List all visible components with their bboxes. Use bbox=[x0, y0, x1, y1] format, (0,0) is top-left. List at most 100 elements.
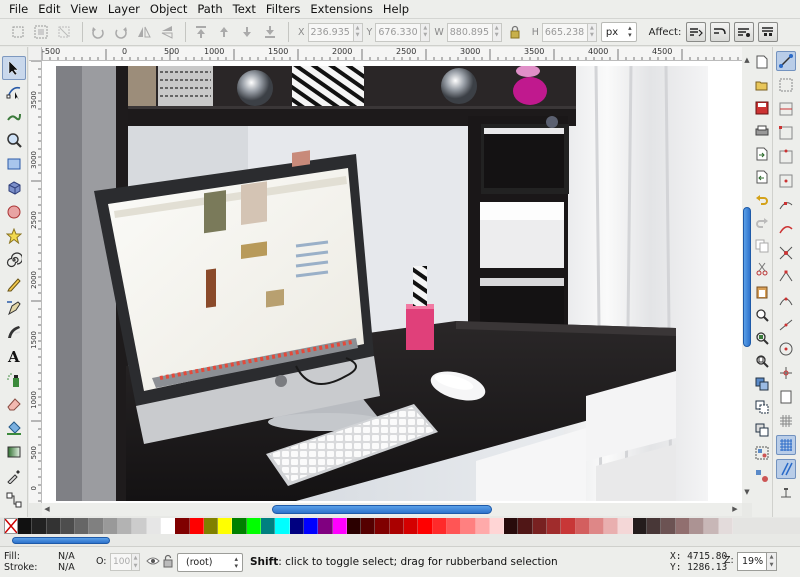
menu-filters[interactable]: Filters bbox=[261, 0, 305, 19]
no-paint-swatch[interactable] bbox=[4, 518, 18, 534]
color-swatch[interactable] bbox=[332, 518, 347, 534]
flip-horizontal-icon[interactable] bbox=[134, 22, 154, 42]
menu-extensions[interactable]: Extensions bbox=[305, 0, 377, 19]
horizontal-ruler[interactable]: -500 0 500 1000 1500 2000 2500 3000 3500… bbox=[42, 47, 742, 61]
lower-icon[interactable] bbox=[237, 22, 257, 42]
color-swatch[interactable] bbox=[375, 518, 390, 534]
zoom-page-icon[interactable] bbox=[754, 353, 770, 369]
select-all-layers-icon[interactable] bbox=[31, 22, 51, 42]
color-swatch[interactable] bbox=[475, 518, 490, 534]
fill-value[interactable]: N/A bbox=[58, 551, 75, 562]
x-field[interactable]: 236.935 bbox=[307, 22, 354, 42]
snap-center-icon[interactable] bbox=[776, 171, 796, 191]
menu-help[interactable]: Help bbox=[378, 0, 414, 19]
move-patterns-icon[interactable] bbox=[758, 22, 779, 42]
snap-bbox-corner-icon[interactable] bbox=[776, 123, 796, 143]
zoom-field[interactable]: 19% bbox=[737, 552, 767, 571]
deselect-icon[interactable] bbox=[54, 22, 74, 42]
paste-icon[interactable] bbox=[754, 284, 770, 300]
horizontal-scrollbar[interactable]: ◀ ▶ bbox=[42, 503, 742, 516]
w-spinner[interactable]: ▲ ▼ bbox=[492, 22, 502, 42]
lock-icon[interactable] bbox=[505, 22, 525, 42]
zoom-tool-icon[interactable] bbox=[2, 128, 26, 152]
color-swatch[interactable] bbox=[532, 518, 547, 534]
color-swatch[interactable] bbox=[175, 518, 190, 534]
color-swatch[interactable] bbox=[718, 518, 733, 534]
star-tool-icon[interactable] bbox=[2, 224, 26, 248]
unlink-clone-icon[interactable] bbox=[754, 422, 770, 438]
color-swatch[interactable] bbox=[160, 518, 176, 534]
snap-text-baseline-icon[interactable] bbox=[776, 483, 796, 503]
color-swatch[interactable] bbox=[118, 518, 133, 534]
menu-file[interactable]: File bbox=[4, 0, 33, 19]
color-swatch[interactable] bbox=[504, 518, 519, 534]
menu-edit[interactable]: Edit bbox=[33, 0, 65, 19]
scroll-down-icon[interactable]: ▼ bbox=[742, 487, 752, 497]
color-swatch[interactable] bbox=[518, 518, 533, 534]
color-swatch[interactable] bbox=[704, 518, 719, 534]
selector-tool-icon[interactable] bbox=[2, 56, 26, 80]
color-swatch[interactable] bbox=[261, 518, 276, 534]
cut-icon[interactable] bbox=[754, 261, 770, 277]
raise-icon[interactable] bbox=[214, 22, 234, 42]
scroll-left-icon[interactable]: ◀ bbox=[42, 503, 52, 516]
color-swatch[interactable] bbox=[303, 518, 319, 534]
drawing-canvas[interactable] bbox=[42, 61, 742, 503]
color-swatch[interactable] bbox=[146, 518, 161, 534]
vertical-scroll-thumb[interactable] bbox=[743, 207, 751, 347]
zoom-spinner[interactable]: ▲ ▼ bbox=[767, 552, 777, 571]
pencil-tool-icon[interactable] bbox=[2, 272, 26, 296]
color-swatch[interactable] bbox=[632, 518, 648, 534]
tweak-tool-icon[interactable] bbox=[2, 104, 26, 128]
snap-bbox-icon[interactable] bbox=[776, 75, 796, 95]
snap-smooth-icon[interactable] bbox=[776, 291, 796, 311]
color-swatch[interactable] bbox=[589, 518, 605, 534]
move-gradients-icon[interactable] bbox=[734, 22, 755, 42]
ellipse-tool-icon[interactable] bbox=[2, 200, 26, 224]
scale-corners-icon[interactable] bbox=[710, 22, 731, 42]
ungroup-icon[interactable] bbox=[754, 468, 770, 484]
opacity-field[interactable]: 100 bbox=[110, 553, 132, 571]
y-field[interactable]: 676.330 bbox=[375, 22, 422, 42]
snap-grid-active-icon[interactable] bbox=[776, 435, 796, 455]
layer-lock-icon[interactable] bbox=[162, 554, 174, 568]
save-icon[interactable] bbox=[754, 100, 770, 116]
new-document-icon[interactable] bbox=[754, 54, 770, 70]
y-spinner[interactable]: ▲ ▼ bbox=[421, 22, 431, 42]
h-spinner[interactable]: ▲ ▼ bbox=[587, 22, 597, 42]
print-icon[interactable] bbox=[754, 123, 770, 139]
menu-path[interactable]: Path bbox=[192, 0, 227, 19]
color-swatch[interactable] bbox=[218, 518, 233, 534]
snap-bbox-midpoint-icon[interactable] bbox=[776, 147, 796, 167]
color-swatch[interactable] bbox=[647, 518, 662, 534]
stroke-value[interactable]: N/A bbox=[58, 562, 75, 573]
flip-vertical-icon[interactable] bbox=[157, 22, 177, 42]
snap-toggle-icon[interactable] bbox=[776, 51, 796, 71]
node-tool-icon[interactable] bbox=[2, 80, 26, 104]
color-swatch[interactable] bbox=[618, 518, 633, 534]
x-spinner[interactable]: ▲ ▼ bbox=[353, 22, 363, 42]
color-swatch[interactable] bbox=[75, 518, 90, 534]
duplicate-icon[interactable] bbox=[754, 376, 770, 392]
snap-object-center-icon[interactable] bbox=[776, 339, 796, 359]
unit-select[interactable]: px ▴ ▾ bbox=[600, 22, 637, 42]
spray-tool-icon[interactable] bbox=[2, 368, 26, 392]
color-swatch[interactable] bbox=[289, 518, 304, 534]
h-field[interactable]: 665.238 bbox=[541, 22, 588, 42]
color-swatch[interactable] bbox=[361, 518, 376, 534]
color-swatch[interactable] bbox=[389, 518, 405, 534]
snap-cusp-icon[interactable] bbox=[776, 267, 796, 287]
vertical-scrollbar[interactable]: ▲ ▼ bbox=[742, 47, 752, 503]
clone-icon[interactable] bbox=[754, 399, 770, 415]
rotate-cw-icon[interactable] bbox=[111, 22, 131, 42]
color-swatch[interactable] bbox=[346, 518, 362, 534]
desk-photo-image[interactable] bbox=[56, 66, 708, 501]
dropper-tool-icon[interactable] bbox=[2, 464, 26, 488]
palette-scrollbar[interactable] bbox=[0, 534, 800, 546]
snap-nodes-icon[interactable] bbox=[776, 195, 796, 215]
color-swatch[interactable] bbox=[60, 518, 76, 534]
snap-guides-icon[interactable] bbox=[776, 459, 796, 479]
color-swatch[interactable] bbox=[189, 518, 204, 534]
scale-stroke-icon[interactable] bbox=[686, 22, 707, 42]
copy-icon[interactable] bbox=[754, 238, 770, 254]
